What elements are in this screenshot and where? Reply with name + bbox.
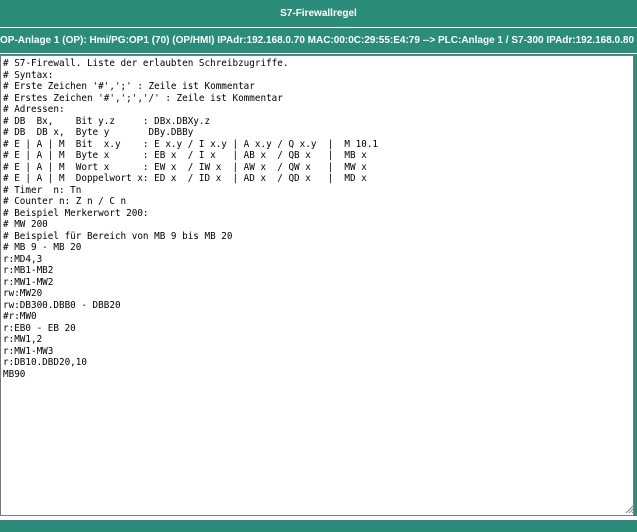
connection-info: OP-Anlage 1 (OP): Hmi/PG:OP1 (70) (OP/HM… [0,28,637,53]
firewall-rule-window: S7-Firewallregel OP-Anlage 1 (OP): Hmi/P… [0,0,637,532]
resize-grip-icon[interactable] [624,503,634,513]
window-title: S7-Firewallregel [0,0,637,27]
bottom-bar [0,517,637,532]
rules-textarea[interactable]: # S7-Firewall. Liste der erlaubten Schre… [0,55,634,516]
editor-frame: # S7-Firewall. Liste der erlaubten Schre… [0,54,637,516]
